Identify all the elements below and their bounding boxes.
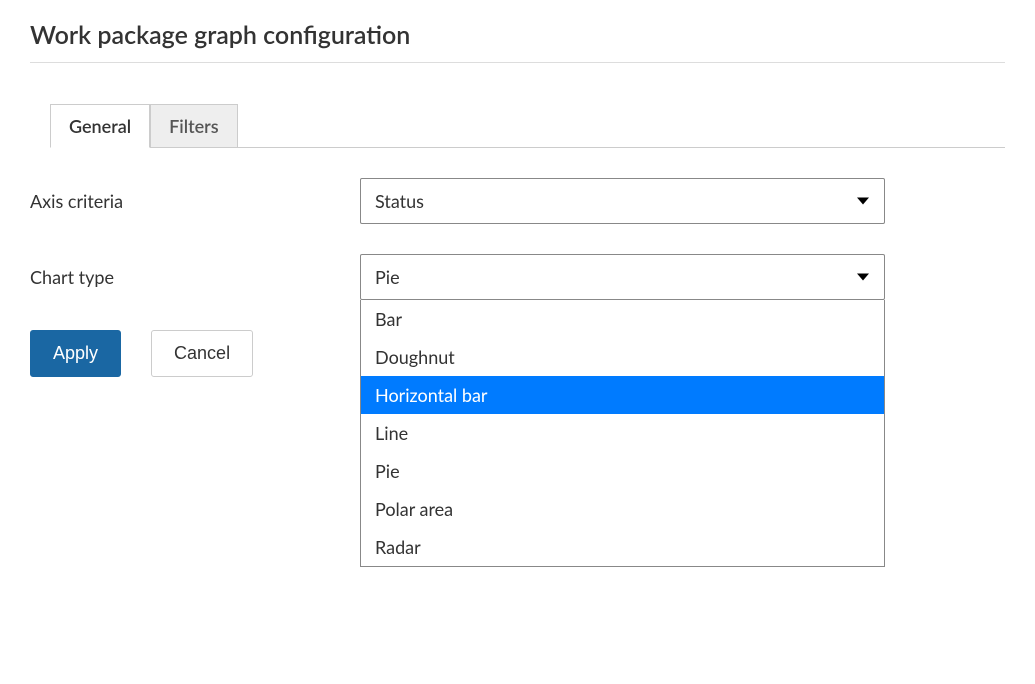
page-title: Work package graph configuration bbox=[30, 20, 1005, 50]
axis-criteria-label: Axis criteria bbox=[30, 190, 360, 212]
axis-criteria-value: Status bbox=[375, 190, 424, 212]
chart-type-option[interactable]: Radar bbox=[361, 528, 884, 566]
axis-criteria-row: Axis criteria Status bbox=[30, 178, 1005, 224]
cancel-button[interactable]: Cancel bbox=[151, 330, 253, 377]
chart-type-value: Pie bbox=[375, 266, 400, 288]
chart-type-option[interactable]: Polar area bbox=[361, 490, 884, 528]
chart-type-row: Chart type Pie BarDoughnutHorizontal bar… bbox=[30, 254, 1005, 300]
chart-type-dropdown: BarDoughnutHorizontal barLinePiePolar ar… bbox=[360, 300, 885, 567]
chart-type-option[interactable]: Doughnut bbox=[361, 338, 884, 376]
tab-general[interactable]: General bbox=[50, 104, 150, 148]
title-divider bbox=[30, 62, 1005, 63]
chart-type-label: Chart type bbox=[30, 266, 360, 288]
tab-filters[interactable]: Filters bbox=[150, 104, 238, 148]
apply-button[interactable]: Apply bbox=[30, 330, 121, 377]
chart-type-select-wrapper: Pie BarDoughnutHorizontal barLinePiePola… bbox=[360, 254, 885, 300]
axis-criteria-select[interactable]: Status bbox=[360, 178, 885, 224]
axis-criteria-select-wrapper: Status bbox=[360, 178, 885, 224]
chart-type-option[interactable]: Pie bbox=[361, 452, 884, 490]
chart-type-select[interactable]: Pie bbox=[360, 254, 885, 300]
chart-type-option[interactable]: Line bbox=[361, 414, 884, 452]
tabs: General Filters bbox=[50, 103, 1005, 148]
chart-type-option[interactable]: Horizontal bar bbox=[361, 376, 884, 414]
chart-type-option[interactable]: Bar bbox=[361, 300, 884, 338]
